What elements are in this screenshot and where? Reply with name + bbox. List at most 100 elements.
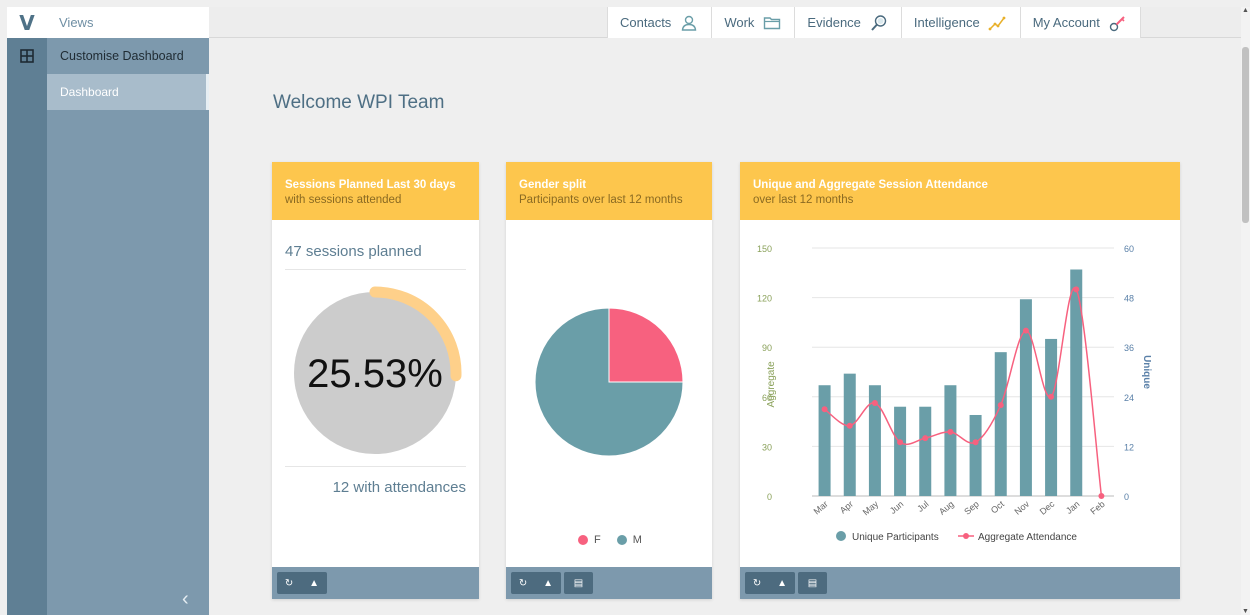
nav-label: Work [724,15,755,30]
top-bar: Contacts Work Evidence Intelligence My A… [209,7,1241,38]
trend-icon [988,16,1006,30]
line-point-jul [922,435,929,442]
caret-up-icon: ▲ [543,577,554,589]
y-tick-label: 150 [757,244,772,254]
pie-legend: F M [578,534,642,546]
y-tick-label: 120 [757,294,772,304]
sessions-planned-text: 47 sessions planned [285,243,422,260]
y2-tick-label: 48 [1124,294,1134,304]
caret-up-icon: ▲ [777,577,788,589]
left-rail: V [7,7,47,615]
card-subtitle: with sessions attended [285,194,402,206]
refresh-menu-button[interactable]: ↻ ▲ [277,572,327,594]
table-icon: ▤ [807,577,818,589]
legend-swatch-aggregate-dot [963,533,969,539]
app-logo[interactable]: V [7,7,47,38]
x-tick-label: May [861,499,881,518]
pie-slice-f [608,307,684,383]
sidebar: Views Customise Dashboard Dashboard ‹ [47,7,209,615]
nav-label: Contacts [620,15,672,30]
attendance-chart: 030609012015001224364860Aggregate UniqueM… [757,244,1152,543]
nav-evidence[interactable]: Evidence [794,7,900,38]
bar-dec [1045,338,1058,496]
y2-tick-label: 24 [1124,393,1134,403]
card-subtitle: over last 12 months [753,194,854,206]
nav-my-account[interactable]: My Account [1019,7,1141,38]
legend-label-aggregate: Aggregate Attendance [978,532,1077,543]
attendance-card: Unique and Aggregate Session Attendance … [740,162,1180,599]
scroll-up-icon[interactable]: ▲ [1242,7,1249,14]
x-tick-label: Oct [989,499,1007,516]
legend-swatch-f [578,535,588,545]
y2-tick-label: 36 [1124,343,1134,353]
scroll-down-icon[interactable]: ▼ [1242,608,1249,615]
x-tick-label: Feb [1088,499,1106,517]
refresh-icon: ↻ [284,577,294,589]
bar-apr [843,373,856,496]
card-header: Unique and Aggregate Session Attendance … [740,162,1180,220]
aggregate-attendance-line [824,287,1103,497]
card-title: Unique and Aggregate Session Attendance [753,179,988,191]
table-view-button[interactable]: ▤ [798,572,827,594]
table-view-button[interactable]: ▤ [564,572,593,594]
card-toolbar: ↻ ▲ ▤ [740,567,1180,599]
views-header[interactable]: Views [47,7,209,38]
sidebar-item-dashboard[interactable]: Dashboard [47,74,209,110]
bar-jul [919,406,932,496]
legend-swatch-m [616,535,627,545]
line-point-feb [1098,493,1105,499]
x-tick-label: Dec [1038,499,1057,517]
divider [285,269,466,270]
app-root: V Views Customise Dashboard Dashboard ‹ … [0,0,1250,615]
bar-jun [894,406,907,496]
nav-work[interactable]: Work [711,7,794,38]
folder-icon [764,16,781,29]
line-point-mar [821,406,828,413]
legend-label-m: M [632,534,642,546]
card-header: Sessions Planned Last 30 days with sessi… [272,162,479,220]
nav-intelligence[interactable]: Intelligence [900,7,1020,38]
divider [285,466,466,467]
percentage-gauge: 25.53% [294,286,462,454]
card-title: Gender split [519,179,587,191]
legend-label-unique: Unique Participants [852,532,939,543]
y2-tick-label: 60 [1124,244,1134,254]
x-tick-label: Jan [1064,499,1082,516]
bar-aug [944,385,957,496]
attendances-text: 12 with attendances [332,479,466,496]
nav-contacts[interactable]: Contacts [607,7,711,38]
line-point-aug [947,428,954,435]
gender-card: Gender split Participants over last 12 m… [506,162,712,599]
magnifier-icon [871,14,887,31]
refresh-menu-button[interactable]: ↻ ▲ [745,572,795,594]
key-icon [1109,15,1125,31]
refresh-icon: ↻ [518,577,528,589]
contacts-icon [682,15,697,31]
refresh-icon: ↻ [752,577,762,589]
line-point-nov [1022,327,1029,334]
main-nav: Contacts Work Evidence Intelligence My A… [607,7,1141,38]
collapse-sidebar-icon[interactable]: ‹ [182,588,189,611]
bar-mar [818,385,831,496]
caret-up-icon: ▲ [309,577,320,589]
bar-oct [994,352,1007,496]
card-toolbar: ↻ ▲ [272,567,479,599]
sidebar-item-customise-dashboard[interactable]: Customise Dashboard [47,38,209,74]
card-subtitle: Participants over last 12 months [519,194,683,206]
line-point-dec [1048,393,1055,400]
x-tick-label: Mar [812,499,830,517]
legend-swatch-unique [836,531,846,541]
y2-axis-label: Unique [1141,355,1152,389]
legend-label-f: F [594,534,601,546]
nav-label: Evidence [807,15,861,30]
refresh-menu-button[interactable]: ↻ ▲ [511,572,561,594]
nav-label: My Account [1032,15,1100,30]
page-scrollbar[interactable]: ▲ ▼ [1241,7,1250,615]
scroll-thumb[interactable] [1242,47,1249,223]
x-tick-label: Nov [1013,499,1032,517]
y2-tick-label: 12 [1124,442,1134,452]
grid-icon[interactable] [7,38,47,74]
x-tick-label: Jul [915,499,930,514]
y-tick-label: 90 [762,343,772,353]
gauge-percent-text: 25.53% [307,352,443,396]
